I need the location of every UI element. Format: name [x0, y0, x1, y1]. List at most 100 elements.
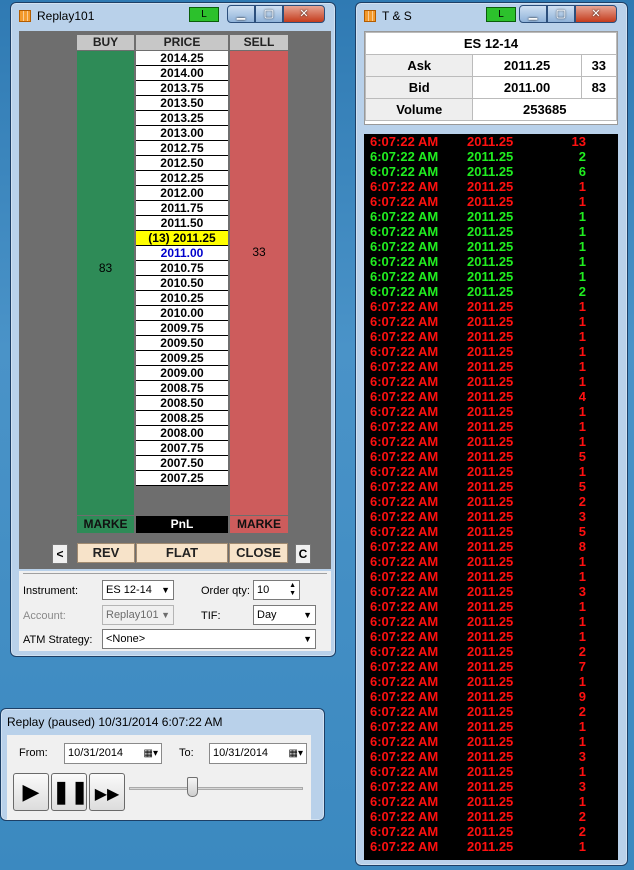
fast-forward-button[interactable]: ▶▶ — [89, 773, 125, 811]
price-cell: 2011.50 — [136, 216, 228, 231]
instrument-select[interactable]: ES 12-14 ▼ — [102, 580, 174, 600]
minimize-button[interactable]: ▁ — [519, 5, 547, 23]
buy-column[interactable] — [77, 51, 134, 515]
trade-price: 2011.25 — [467, 464, 514, 479]
sell-column[interactable] — [230, 51, 288, 515]
trade-size: 3 — [578, 749, 586, 764]
order-qty-stepper[interactable]: 10 ▲ ▼ — [253, 580, 300, 600]
calendar-icon[interactable]: ▦▾ — [289, 744, 303, 763]
trade-row: 6:07:22 AM 2011.25 1 — [364, 434, 618, 449]
ask-size: 33 — [580, 54, 618, 77]
price-cell: 2013.50 — [136, 96, 228, 111]
flat-button[interactable]: FLAT — [136, 543, 228, 563]
trade-price: 2011.25 — [467, 824, 514, 839]
calendar-icon[interactable]: ▦▾ — [144, 744, 158, 763]
maximize-button[interactable]: ▢ — [547, 5, 575, 23]
spin-arrows-icon[interactable]: ▲ ▼ — [289, 582, 296, 598]
market-sell-button[interactable]: MARKE — [230, 516, 288, 533]
close-button[interactable]: ✕ — [283, 5, 325, 23]
trade-tape[interactable]: 6:07:22 AM 2011.25 13 6:07:22 AM 2011.25 2 6:0… — [364, 134, 618, 860]
price-cell: 2011.75 — [136, 201, 228, 216]
trade-time: 6:07:22 AM — [370, 239, 439, 254]
ask-price: 2011.25 — [472, 54, 582, 77]
close-position-button[interactable]: CLOSE — [229, 543, 288, 563]
play-icon: ▶ — [22, 779, 40, 804]
ask-quantity: 33 — [252, 245, 266, 259]
trade-size: 2 — [578, 149, 586, 164]
price-cell: 2008.00 — [136, 426, 228, 441]
trade-row: 6:07:22 AM 2011.25 1 — [364, 599, 618, 614]
price-cell: 2014.00 — [136, 66, 228, 81]
from-date-picker[interactable]: 10/31/2014 ▦▾ — [64, 743, 162, 764]
replay101-window: Replay101 L ▁ ▢ ✕ BUY PRICE SELL 2014.25… — [10, 2, 336, 657]
bid-size: 83 — [580, 76, 618, 99]
ts-titlebar[interactable]: T & S L ▁ ▢ ✕ — [356, 3, 627, 29]
reverse-button[interactable]: REV — [77, 543, 135, 563]
trade-row: 6:07:22 AM 2011.25 1 — [364, 359, 618, 374]
trade-price: 2011.25 — [467, 254, 514, 269]
trade-size: 1 — [578, 764, 586, 779]
replay-titlebar[interactable]: Replay (paused) 10/31/2014 6:07:22 AM — [1, 709, 324, 735]
trade-size: 1 — [578, 569, 586, 584]
trade-row: 6:07:22 AM 2011.25 2 — [364, 704, 618, 719]
trade-size: 5 — [578, 524, 586, 539]
trade-time: 6:07:22 AM — [370, 554, 439, 569]
speed-slider-track[interactable] — [129, 787, 303, 790]
to-label: To: — [179, 747, 194, 759]
price-cell: (13) 2011.25 — [136, 231, 228, 246]
trade-time: 6:07:22 AM — [370, 764, 439, 779]
trade-price: 2011.25 — [467, 839, 514, 854]
price-cell: 2009.75 — [136, 321, 228, 336]
trade-time: 6:07:22 AM — [370, 464, 439, 479]
link-button[interactable]: L — [486, 7, 516, 22]
trade-size: 1 — [578, 269, 586, 284]
order-qty-value: 10 — [257, 584, 270, 596]
trade-time: 6:07:22 AM — [370, 374, 439, 389]
trade-time: 6:07:22 AM — [370, 674, 439, 689]
c-button[interactable]: C — [295, 544, 311, 564]
trade-row: 6:07:22 AM 2011.25 1 — [364, 344, 618, 359]
trade-time: 6:07:22 AM — [370, 524, 439, 539]
price-ladder: BUY PRICE SELL 2014.25 2014.00 2013.75 2013… — [19, 31, 331, 569]
trade-price: 2011.25 — [467, 284, 514, 299]
trade-row: 6:07:22 AM 2011.25 3 — [364, 749, 618, 764]
fast-forward-icon: ▶▶ — [94, 786, 120, 803]
trade-size: 1 — [578, 344, 586, 359]
trade-time: 6:07:22 AM — [370, 509, 439, 524]
maximize-button[interactable]: ▢ — [255, 5, 283, 23]
trade-time: 6:07:22 AM — [370, 314, 439, 329]
to-date-picker[interactable]: 10/31/2014 ▦▾ — [209, 743, 307, 764]
trade-size: 2 — [578, 824, 586, 839]
replay101-titlebar[interactable]: Replay101 L ▁ ▢ ✕ — [11, 3, 335, 29]
speed-slider-thumb[interactable] — [187, 777, 198, 797]
trade-price: 2011.25 — [467, 194, 514, 209]
trade-size: 1 — [578, 179, 586, 194]
link-button[interactable]: L — [189, 7, 219, 22]
trade-time: 6:07:22 AM — [370, 449, 439, 464]
price-cell: 2010.50 — [136, 276, 228, 291]
trade-row: 6:07:22 AM 2011.25 1 — [364, 404, 618, 419]
atm-strategy-select[interactable]: <None> ▼ — [102, 629, 316, 649]
trade-row: 6:07:22 AM 2011.25 1 — [364, 179, 618, 194]
tif-select[interactable]: Day ▼ — [253, 605, 316, 625]
close-button[interactable]: ✕ — [575, 5, 617, 23]
pause-button[interactable]: ❚❚ — [51, 773, 89, 811]
trade-price: 2011.25 — [467, 764, 514, 779]
price-cell: 2007.75 — [136, 441, 228, 456]
trade-row: 6:07:22 AM 2011.25 1 — [364, 464, 618, 479]
order-qty-label: Order qty: — [201, 585, 250, 597]
trade-size: 1 — [578, 719, 586, 734]
time-and-sales-window: T & S L ▁ ▢ ✕ ES 12-14 Ask 2011.25 33 Bi… — [355, 2, 628, 866]
trade-price: 2011.25 — [467, 659, 514, 674]
play-button[interactable]: ▶ — [13, 773, 49, 811]
trade-time: 6:07:22 AM — [370, 749, 439, 764]
account-value: Replay101 — [106, 609, 159, 621]
collapse-left-button[interactable]: < — [52, 544, 68, 564]
buy-header: BUY — [77, 35, 134, 50]
market-buy-button[interactable]: MARKE — [77, 516, 134, 533]
minimize-button[interactable]: ▁ — [227, 5, 255, 23]
trade-time: 6:07:22 AM — [370, 494, 439, 509]
trade-size: 13 — [571, 134, 586, 149]
trade-size: 1 — [578, 224, 586, 239]
trade-price: 2011.25 — [467, 734, 514, 749]
